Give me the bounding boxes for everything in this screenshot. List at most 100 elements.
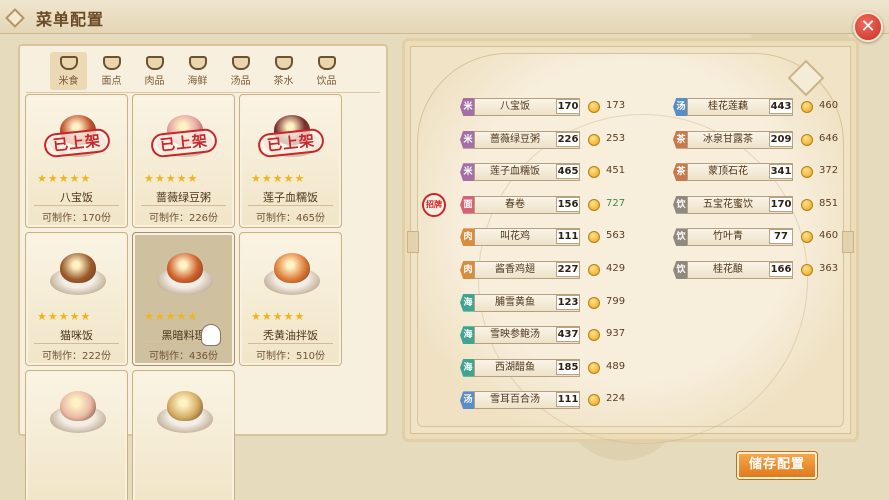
dish-count: 可制作：465份 [255,213,326,224]
coin-icon [588,133,600,146]
tab-divider [26,92,380,93]
coin-icon [801,198,813,211]
dish-card[interactable]: ★★★★★ 秃黄油拌饭 可制作：510份 [239,232,342,366]
tab-4[interactable]: 汤品 [222,52,259,90]
price-value: 727 [606,197,626,209]
dish-card[interactable]: ★★★★★ 黑暗料理 可制作：436份 [132,232,235,366]
recipe-name: 五宝花蜜饮 [703,198,753,210]
quantity-value: 226 [556,131,580,147]
menu-row[interactable]: 海雪映参鲍汤 437 937 [460,326,650,345]
recipe-name: 八宝饭 [500,101,530,112]
quantity-value: 209 [769,131,793,147]
dish-card[interactable]: 已上架 ★★★★★ 莲子血糯饭 可制作：465份 [239,94,342,228]
price-value: 429 [606,263,626,274]
recipe-name: 酱香鸡翅 [495,264,535,275]
tab-3[interactable]: 海鲜 [179,52,216,90]
dish-card[interactable] [132,370,235,500]
tab-label: 面点 [101,76,122,87]
dish-image [157,385,213,435]
recipe-name: 莲子血糯饭 [490,166,540,178]
price-value: 460 [819,230,839,242]
noodle-bowl-icon [102,56,121,70]
tab-2[interactable]: 肉品 [136,52,173,90]
menu-row[interactable]: 海西湖醋鱼 185 489 [460,358,650,377]
dish-card[interactable]: ★★★★★ 猫咪饭 可制作：222份 [25,232,128,366]
tab-label: 肉品 [144,76,165,87]
price-value: 646 [819,132,839,144]
menu-row[interactable]: 肉叫花鸡 111 563 [460,228,650,247]
menu-row[interactable]: 米八宝饭 170 173 [460,98,650,116]
quantity-value: 227 [556,262,580,277]
drink-cup-icon [317,56,336,70]
close-button[interactable]: ✕ [853,12,883,42]
price-value: 489 [606,360,626,372]
coin-icon [588,231,600,244]
rating-stars: ★★★★★ [251,310,306,323]
recipe-name: 脯雪黄鱼 [495,296,535,308]
menu-row[interactable]: 汤雪耳百合汤 111 224 [460,391,650,410]
coin-icon [588,101,600,113]
tab-0[interactable]: 米食 [50,52,87,90]
category-tabs: 米食 面点 肉品 海鲜 汤品 茶水 饮品 [50,52,351,90]
price-value: 253 [606,132,626,144]
menu-row[interactable]: 茶冰泉甘露茶 209 646 [673,130,863,149]
quantity-value: 170 [556,99,580,114]
dish-card[interactable] [25,370,128,500]
price-value: 372 [819,165,839,177]
dish-name: 秃黄油拌饭 [263,329,318,342]
page-title: 菜单配置 [36,10,105,29]
rating-stars: ★★★★★ [37,310,92,323]
menu-row[interactable]: 海脯雪黄鱼 123 799 [460,293,650,312]
title-bar: 菜单配置 [0,0,889,34]
dish-count: 可制作：436份 [148,351,219,362]
save-config-button[interactable]: 储存配置 [737,452,817,479]
dish-name: 莲子血糯饭 [263,191,318,204]
menu-row[interactable]: 面春卷 156 727 招牌 [422,192,650,217]
dish-image [264,247,320,297]
dish-card[interactable]: 已上架 ★★★★★ 蔷薇绿豆粥 可制作：226份 [132,94,235,228]
tab-5[interactable]: 茶水 [265,52,302,90]
dish-name: 猫咪饭 [60,329,93,342]
divider [248,343,333,344]
coin-icon [588,296,600,309]
dish-selection-panel: 米食 面点 肉品 海鲜 汤品 茶水 饮品 已上架 ★★★★★ 八宝饭 可制作：170份 已上架 ★★★… [18,44,388,500]
dish-name: 蔷薇绿豆粥 [156,191,211,204]
tab-6[interactable]: 饮品 [308,52,345,90]
featured-badge-icon: 招牌 [422,192,446,217]
quantity-value: 443 [769,99,793,114]
menu-row[interactable]: 饮五宝花蜜饮 170 851 [673,195,863,214]
tab-label: 汤品 [230,76,251,87]
quantity-value: 123 [556,294,580,310]
price-value: 460 [819,100,839,111]
recipe-name: 蒙顶石花 [708,166,748,178]
price-value: 563 [606,230,626,242]
rice-bowl-icon [59,56,78,70]
menu-row[interactable]: 米蔷薇绿豆粥 226 253 [460,130,650,149]
coin-icon [588,394,600,407]
dish-image [50,385,106,435]
menu-row[interactable]: 饮竹叶青 77 460 [673,228,863,247]
menu-row[interactable]: 汤桂花莲藕 443 460 [673,98,863,116]
price-value: 173 [606,100,626,111]
shrimp-icon [188,56,207,70]
recipe-name: 竹叶青 [713,231,743,243]
coin-icon [588,264,600,276]
tab-label: 海鲜 [187,76,208,87]
menu-row[interactable]: 饮桂花酿 166 363 [673,261,863,279]
dish-card[interactable]: 已上架 ★★★★★ 八宝饭 可制作：170份 [25,94,128,228]
quantity-value: 185 [556,359,580,375]
divider [34,205,119,206]
tab-1[interactable]: 面点 [93,52,130,90]
menu-row[interactable]: 肉酱香鸡翅 227 429 [460,261,650,279]
coin-icon [801,101,813,113]
recipe-name: 冰泉甘露茶 [703,133,753,145]
recipe-name: 桂花莲藕 [708,101,748,112]
menu-row[interactable]: 茶蒙顶石花 341 372 [673,163,863,182]
dish-name: 八宝饭 [60,191,93,204]
menu-row[interactable]: 米莲子血糯饭 465 451 [460,163,650,182]
recipe-name: 西湖醋鱼 [495,361,535,373]
tab-label: 茶水 [273,76,294,87]
price-value: 937 [606,328,626,340]
dish-count: 可制作：170份 [41,213,112,224]
quantity-value: 156 [556,196,580,212]
